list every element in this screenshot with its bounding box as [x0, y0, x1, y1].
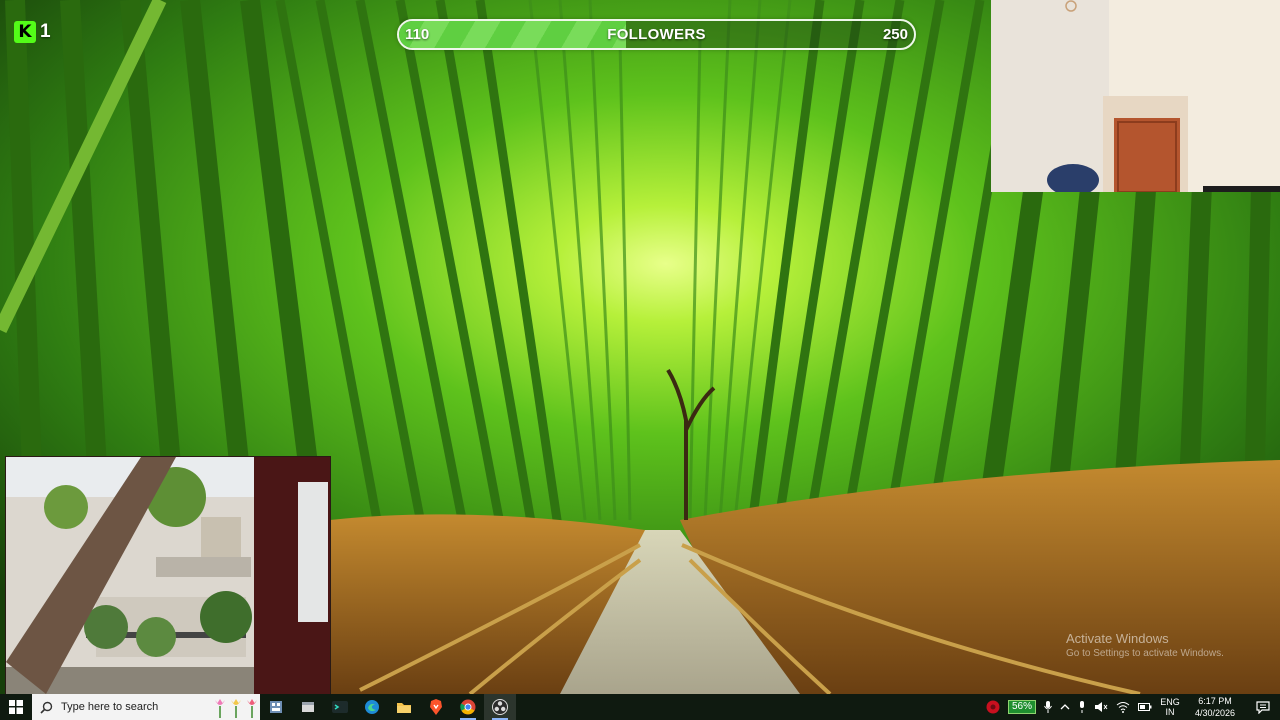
battery-percentage: 56% — [1007, 700, 1036, 714]
wifi-icon[interactable] — [1112, 694, 1134, 720]
kick-badge: K 1 — [14, 20, 51, 44]
file-explorer-icon[interactable] — [292, 694, 324, 720]
search-icon — [40, 701, 53, 714]
activate-windows-title: Activate Windows — [1066, 631, 1169, 646]
obs-icon[interactable] — [484, 694, 516, 720]
clock-date: 4/30/2026 — [1194, 708, 1236, 718]
clock-time: 6:17 PM — [1198, 696, 1232, 706]
clock[interactable]: 6:17 PM 4/30/2026 — [1184, 694, 1246, 720]
start-button[interactable] — [0, 694, 32, 720]
goal-target-value: 250 — [882, 26, 908, 43]
webcam-window-feed — [5, 456, 331, 695]
system-tray: 56% ENG IN 6:17 PM 4/30/2026 — [982, 694, 1280, 720]
taskbar-search-box[interactable]: Type here to search — [32, 694, 260, 720]
volume-muted-icon[interactable] — [1090, 694, 1112, 720]
webcam-room-feed — [991, 0, 1280, 192]
activate-windows-subtitle: Go to Settings to activate Windows. — [1066, 648, 1224, 659]
battery-icon[interactable] — [1134, 694, 1156, 720]
windows-logo-icon — [9, 700, 23, 714]
task-view-icon[interactable] — [260, 694, 292, 720]
language-region: IN — [1165, 707, 1175, 717]
goal-label: FOLLOWERS — [607, 26, 706, 43]
terminal-icon[interactable] — [324, 694, 356, 720]
recording-indicator-icon[interactable] — [982, 694, 1004, 720]
taskbar: Type here to search 56% ENG IN 6:17 PM 4… — [0, 694, 1280, 720]
tulips-icon — [215, 699, 257, 718]
follower-goal-bar: 110 FOLLOWERS 250 — [397, 19, 916, 50]
chevron-up-icon[interactable] — [1056, 694, 1074, 720]
edge-icon[interactable] — [356, 694, 388, 720]
search-placeholder: Type here to search — [61, 701, 159, 713]
kick-logo-icon: K — [14, 21, 36, 43]
chrome-icon[interactable] — [452, 694, 484, 720]
notification-center-icon[interactable] — [1246, 694, 1280, 720]
brave-icon[interactable] — [420, 694, 452, 720]
language-indicator[interactable]: ENG IN — [1156, 694, 1184, 720]
folder-icon[interactable] — [388, 694, 420, 720]
viewer-count: 1 — [40, 21, 51, 42]
language-code: ENG — [1160, 697, 1180, 707]
microphone-icon[interactable] — [1040, 694, 1056, 720]
microphone-tray-icon[interactable] — [1074, 694, 1090, 720]
battery-indicator[interactable]: 56% — [1004, 694, 1040, 720]
